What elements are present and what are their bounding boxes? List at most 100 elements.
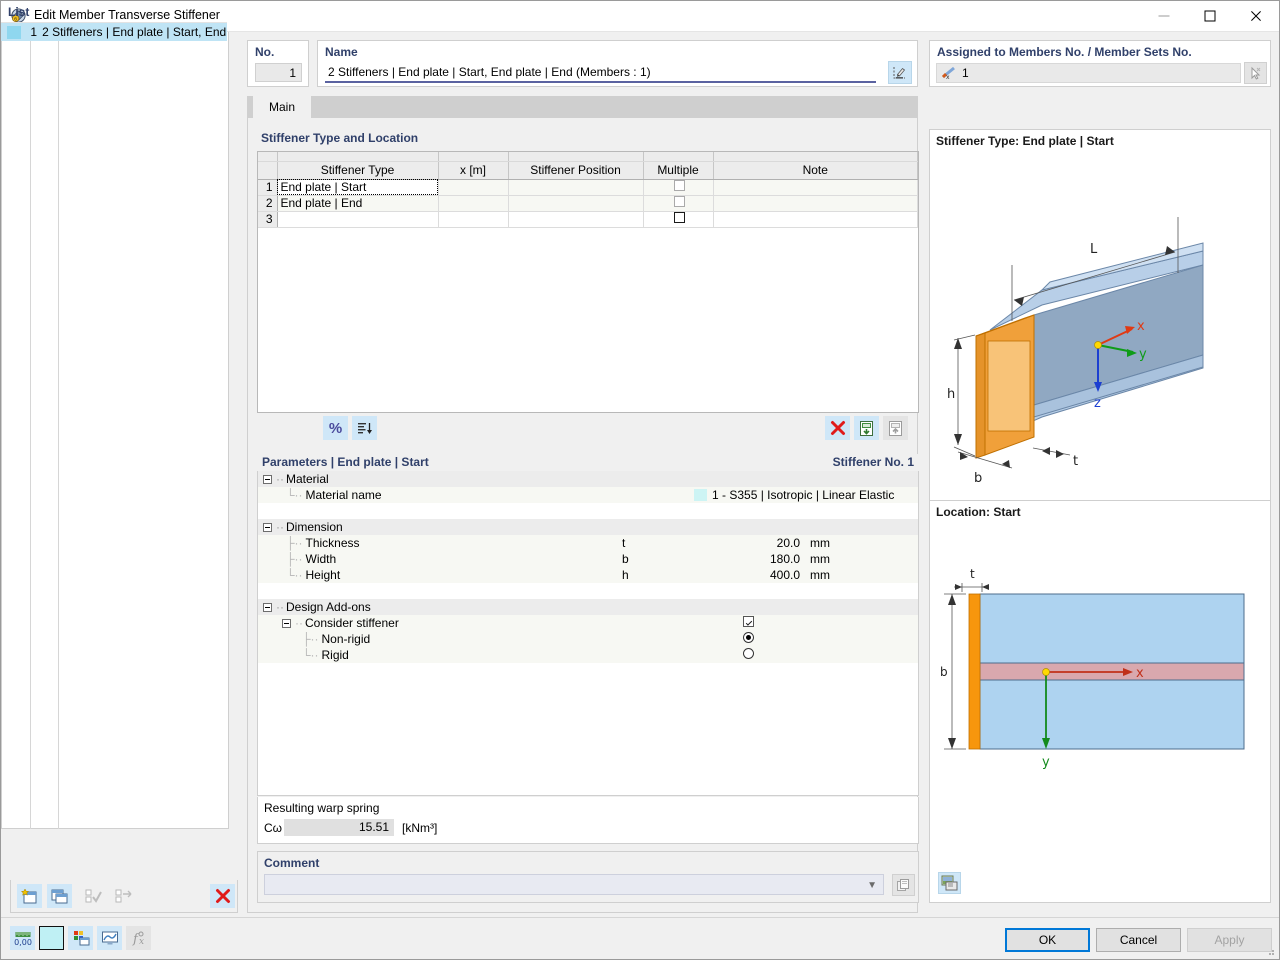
export-table-icon: [888, 420, 902, 436]
preview-2d-title: Location: Start: [936, 505, 1021, 519]
delete-row-button[interactable]: [825, 416, 850, 440]
axis-label-x: x: [1136, 666, 1144, 681]
cancel-button[interactable]: Cancel: [1096, 928, 1181, 952]
render-view-button[interactable]: [938, 872, 961, 894]
material-name-value: 1 - S355 | Isotropic | Linear Elastic: [712, 488, 895, 502]
apply-button: Apply: [1187, 928, 1272, 952]
col-header-stiffener-type[interactable]: Stiffener Type: [277, 161, 439, 180]
collapse-icon[interactable]: [263, 522, 272, 532]
comment-input[interactable]: ▼: [264, 874, 884, 895]
param-row-rigid[interactable]: └·· Rigid: [258, 647, 918, 663]
row-index: 1: [258, 179, 278, 196]
assigned-input[interactable]: x 1: [936, 63, 1241, 83]
minimize-button[interactable]: [1141, 1, 1187, 31]
edit-name-button[interactable]: [888, 61, 912, 84]
table-row[interactable]: 2 End plate | End: [258, 195, 918, 212]
cell-stiffener-type[interactable]: End plate | Start: [277, 179, 439, 196]
param-row-width[interactable]: ├·· Width b 180.0 mm: [258, 551, 918, 567]
col-header-multiple[interactable]: Multiple: [643, 161, 714, 180]
chevron-down-icon[interactable]: ▼: [867, 880, 877, 891]
import-table-button[interactable]: [854, 416, 879, 440]
param-row-thickness[interactable]: ├·· Thickness t 20.0 mm: [258, 535, 918, 551]
sort-button[interactable]: [352, 416, 377, 440]
cell-x[interactable]: [438, 211, 509, 228]
col-header-stiffener-position[interactable]: Stiffener Position: [508, 161, 644, 180]
collapse-icon[interactable]: [282, 618, 291, 628]
cell-multiple[interactable]: [643, 195, 714, 212]
copy-window-icon: [51, 889, 67, 903]
param-row-material-name[interactable]: └·· Material name 1 - S355 | Isotropic |…: [258, 487, 918, 503]
param-group-design-addons[interactable]: ·· Design Add-ons: [258, 599, 918, 615]
table-toolbar-left: %: [323, 416, 377, 440]
cell-stiffener-position[interactable]: [508, 211, 644, 228]
axis-label-x: x: [1137, 319, 1145, 334]
name-input[interactable]: 2 Stiffeners | End plate | Start, End pl…: [325, 63, 876, 83]
table-row[interactable]: 1 End plate | Start: [258, 179, 918, 196]
color-swatch-button[interactable]: [39, 926, 64, 950]
warp-spring-unit: [kNm³]: [402, 821, 438, 835]
assigned-label: Assigned to Members No. / Member Sets No…: [937, 45, 1192, 59]
cell-x[interactable]: [438, 179, 509, 196]
close-icon: [1250, 10, 1263, 23]
param-group-label: Material: [286, 472, 329, 486]
param-value[interactable]: 20.0: [700, 536, 800, 550]
graphic-button[interactable]: [97, 926, 122, 950]
list-item[interactable]: 1 2 Stiffeners | End plate | Start, End …: [1, 23, 227, 41]
close-button[interactable]: [1233, 1, 1279, 31]
col-header-note[interactable]: Note: [713, 161, 918, 180]
cell-x[interactable]: [438, 195, 509, 212]
ok-button[interactable]: OK: [1005, 928, 1090, 952]
multiple-checkbox[interactable]: [674, 212, 685, 223]
percent-button[interactable]: %: [323, 416, 348, 440]
units-button[interactable]: 0,00: [10, 926, 35, 950]
param-row-height[interactable]: └·· Height h 400.0 mm: [258, 567, 918, 583]
import-table-icon: [859, 420, 873, 436]
table-row[interactable]: 3: [258, 211, 918, 228]
param-row-non-rigid[interactable]: ├·· Non-rigid: [258, 631, 918, 647]
maximize-button[interactable]: [1187, 1, 1233, 31]
cell-multiple[interactable]: [643, 211, 714, 228]
location-preview-2d: Location: Start t b x y: [929, 501, 1271, 903]
parameters-table: ·· Material └·· Material name 1 - S355 |…: [257, 471, 919, 796]
cell-stiffener-type[interactable]: End plate | End: [277, 195, 439, 212]
number-input[interactable]: 1: [255, 63, 302, 82]
param-value[interactable]: 180.0: [700, 552, 800, 566]
tab-strip: Main: [247, 96, 918, 118]
non-rigid-radio[interactable]: [743, 632, 754, 643]
cell-note[interactable]: [713, 195, 918, 212]
collapse-icon[interactable]: [263, 602, 272, 612]
cell-stiffener-position[interactable]: [508, 179, 644, 196]
export-table-button: [883, 416, 908, 440]
cell-stiffener-type[interactable]: [277, 211, 439, 228]
comment-label: Comment: [264, 856, 320, 870]
param-group-dimension[interactable]: ·· Dimension: [258, 519, 918, 535]
col-header-x[interactable]: x [m]: [438, 161, 509, 180]
cursor-pick-icon: [1251, 66, 1261, 80]
assigned-group: Assigned to Members No. / Member Sets No…: [929, 40, 1271, 87]
param-row-consider-stiffener[interactable]: ·· Consider stiffener: [258, 615, 918, 631]
units-icon: 0,00: [14, 931, 31, 947]
cell-multiple[interactable]: [643, 179, 714, 196]
col-header-index[interactable]: [258, 161, 278, 180]
visibility-button[interactable]: [68, 926, 93, 950]
consider-stiffener-checkbox[interactable]: [743, 616, 754, 627]
cell-note[interactable]: [713, 211, 918, 228]
copy-item-button[interactable]: [47, 884, 72, 908]
cell-note[interactable]: [713, 179, 918, 196]
resize-grip[interactable]: [1265, 946, 1275, 956]
cell-stiffener-position[interactable]: [508, 195, 644, 212]
multiple-checkbox[interactable]: [674, 196, 685, 207]
percent-icon: %: [328, 419, 343, 437]
comment-library-button[interactable]: [892, 874, 915, 896]
new-item-button[interactable]: [17, 884, 42, 908]
param-value[interactable]: 400.0: [700, 568, 800, 582]
row-index: 2: [258, 195, 278, 212]
multiple-checkbox[interactable]: [674, 180, 685, 191]
tab-main[interactable]: Main: [253, 96, 312, 118]
list-title: List: [8, 5, 30, 19]
collapse-icon[interactable]: [263, 474, 272, 484]
rigid-radio[interactable]: [743, 648, 754, 659]
delete-item-button[interactable]: [210, 884, 235, 908]
param-group-material[interactable]: ·· Material: [258, 471, 918, 487]
number-group: No. 1: [247, 40, 309, 87]
